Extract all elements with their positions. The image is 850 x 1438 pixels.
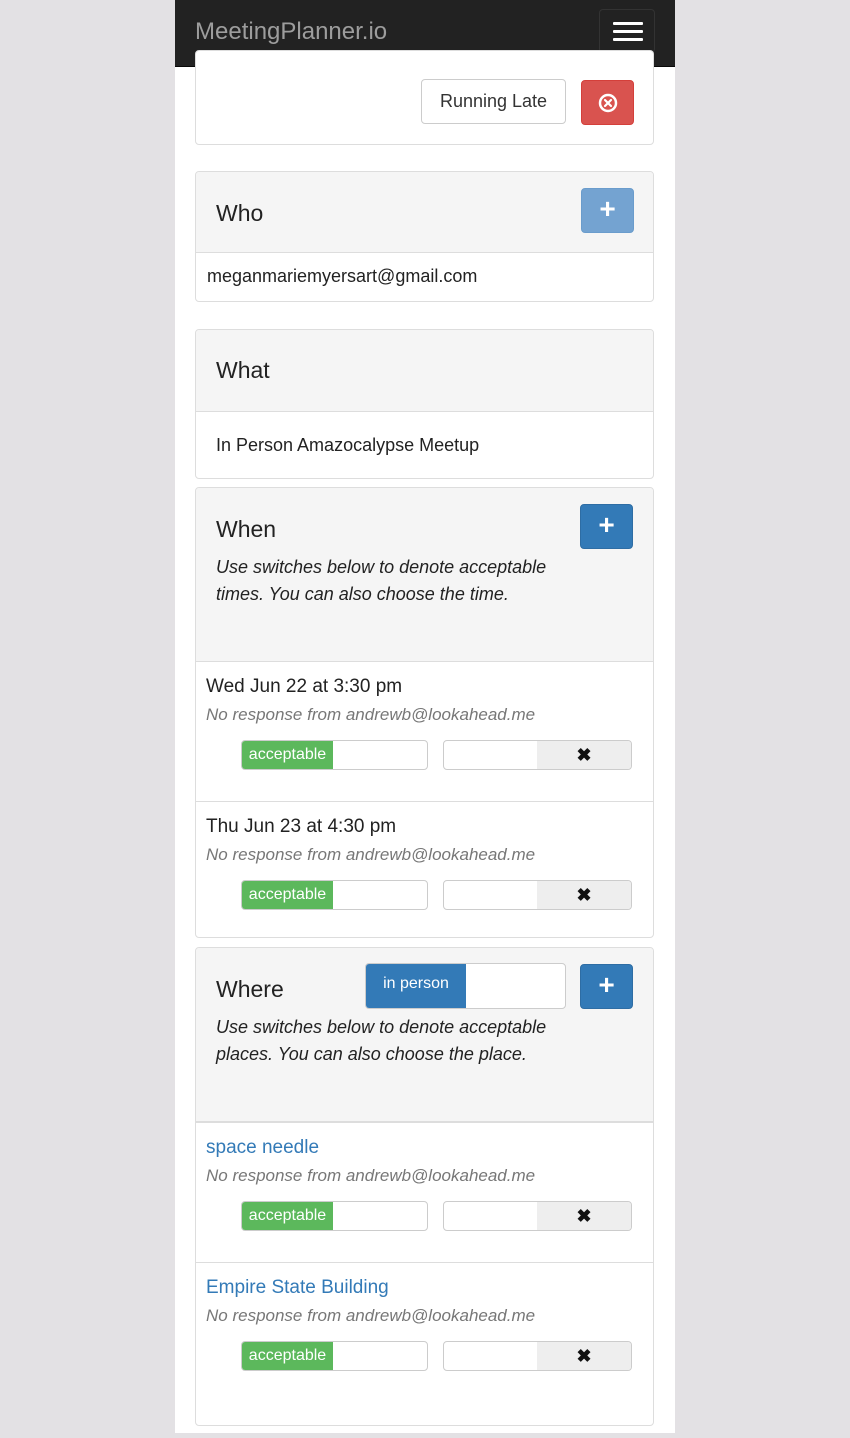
response-status: No response from andrewb@lookahead.me	[206, 705, 536, 724]
circle-x-icon	[598, 93, 617, 113]
who-title: Who	[216, 200, 264, 226]
reject-switch[interactable]: ✖	[443, 740, 632, 770]
when-title: When	[216, 516, 277, 542]
meeting-subject: In Person Amazocalypse Meetup	[216, 435, 480, 455]
when-panel: When + Use switches below to denote acce…	[195, 487, 654, 938]
plus-icon: +	[598, 969, 615, 1000]
when-help-text: Use switches below to denote acceptable …	[216, 557, 547, 604]
acceptable-switch[interactable]: acceptable	[241, 1201, 428, 1231]
who-header: Who +	[196, 172, 653, 253]
x-icon: ✖	[537, 1202, 631, 1230]
where-title: Where	[216, 976, 284, 1002]
hamburger-menu-icon	[613, 22, 643, 25]
hamburger-line	[613, 38, 643, 41]
acceptable-label: acceptable	[242, 741, 333, 769]
acceptable-label: acceptable	[242, 1342, 333, 1370]
acceptable-switch[interactable]: acceptable	[241, 740, 428, 770]
reject-switch[interactable]: ✖	[443, 1341, 632, 1371]
acceptable-label: acceptable	[242, 881, 333, 909]
brand-logo[interactable]: MeetingPlanner.io	[195, 18, 387, 46]
add-time-button[interactable]: +	[580, 504, 633, 549]
navbar-toggle-button[interactable]	[599, 9, 655, 53]
what-title: What	[216, 357, 270, 383]
place-link[interactable]: space needle	[206, 1137, 319, 1159]
x-icon: ✖	[537, 741, 631, 769]
page: MeetingPlanner.io Running Late Who + meg…	[175, 0, 675, 1433]
time-label: Wed Jun 22 at 3:30 pm	[206, 676, 403, 697]
place-option: space needle No response from andrewb@lo…	[196, 1123, 653, 1262]
time-option: Wed Jun 22 at 3:30 pm No response from a…	[196, 662, 653, 801]
response-status: No response from andrewb@lookahead.me	[206, 1306, 536, 1325]
where-header: Where in person + Use switches below to …	[196, 948, 653, 1123]
what-header: What	[196, 330, 653, 412]
place-link[interactable]: Empire State Building	[206, 1277, 389, 1299]
acceptable-switch[interactable]: acceptable	[241, 1341, 428, 1371]
where-panel: Where in person + Use switches below to …	[195, 947, 654, 1426]
reject-switch[interactable]: ✖	[443, 880, 632, 910]
running-late-button[interactable]: Running Late	[421, 79, 566, 124]
add-participant-button[interactable]: +	[581, 188, 634, 233]
place-option: Empire State Building No response from a…	[196, 1262, 653, 1425]
who-panel: Who + meganmariemyersart@gmail.com	[195, 171, 654, 302]
x-icon: ✖	[537, 1342, 631, 1370]
response-status: No response from andrewb@lookahead.me	[206, 845, 536, 864]
plus-icon: +	[598, 509, 615, 540]
in-person-switch[interactable]: in person	[365, 963, 566, 1009]
where-help-text: Use switches below to denote acceptable …	[216, 1017, 547, 1064]
actions-panel: Running Late	[195, 50, 654, 145]
when-header: When + Use switches below to denote acce…	[196, 488, 653, 662]
reject-switch[interactable]: ✖	[443, 1201, 632, 1231]
acceptable-label: acceptable	[242, 1202, 333, 1230]
acceptable-switch[interactable]: acceptable	[241, 880, 428, 910]
participant-email: meganmariemyersart@gmail.com	[207, 266, 478, 286]
plus-icon: +	[599, 193, 616, 224]
response-status: No response from andrewb@lookahead.me	[206, 1166, 536, 1185]
what-panel: What In Person Amazocalypse Meetup	[195, 329, 654, 479]
hamburger-line	[613, 30, 643, 33]
time-label: Thu Jun 23 at 4:30 pm	[206, 816, 397, 837]
x-icon: ✖	[537, 881, 631, 909]
add-place-button[interactable]: +	[580, 964, 633, 1009]
time-option: Thu Jun 23 at 4:30 pm No response from a…	[196, 801, 653, 937]
in-person-label: in person	[366, 964, 466, 1008]
cancel-meeting-button[interactable]	[581, 80, 634, 125]
